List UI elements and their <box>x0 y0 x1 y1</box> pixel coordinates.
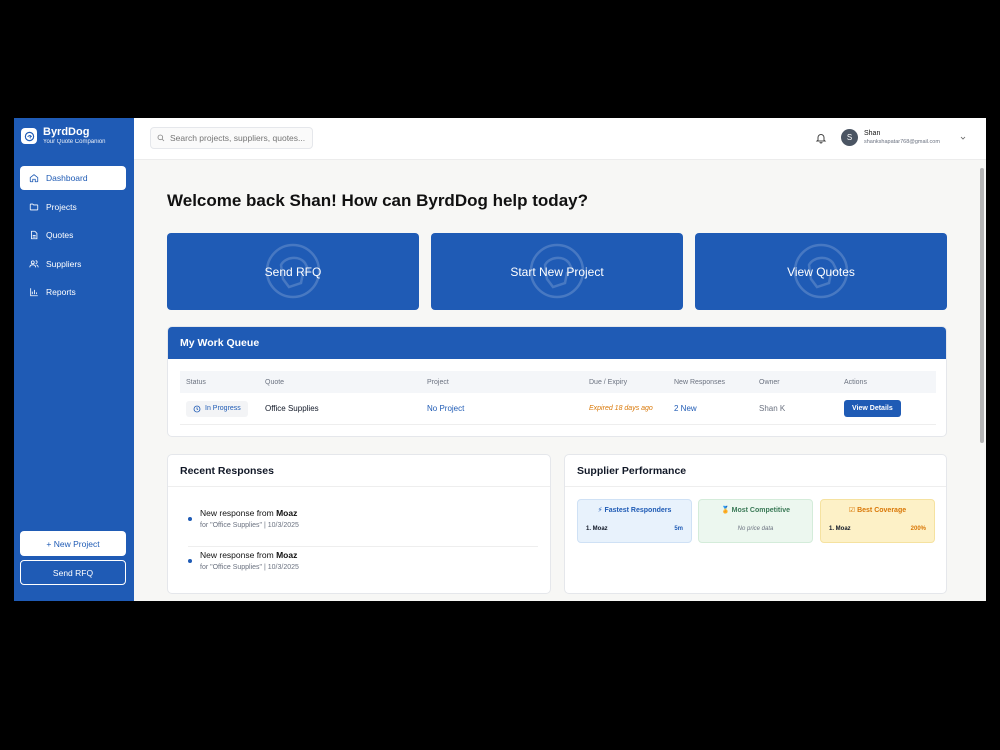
quote-cell: Office Supplies <box>265 404 319 413</box>
unread-dot-icon <box>188 517 192 521</box>
status-cell: In Progress <box>180 400 265 417</box>
recent-responses-title: Recent Responses <box>168 455 550 487</box>
send-rfq-card[interactable]: Send RFQ <box>167 233 419 310</box>
supplier-performance-title: Supplier Performance <box>565 455 946 487</box>
rank-value: 200% <box>910 526 926 532</box>
column-header: Owner <box>759 378 780 386</box>
column-header: Due / Expiry <box>589 378 628 386</box>
start-new-project-card[interactable]: Start New Project <box>431 233 683 310</box>
best-coverage-heading: ☑ Best Coverage <box>821 506 934 514</box>
sidebar-item-label: Dashboard <box>46 173 88 183</box>
rank-item: 1. Moaz <box>586 526 608 532</box>
scrollbar[interactable] <box>980 168 984 443</box>
card-title: Fastest Responders <box>604 507 672 514</box>
topbar: S Shan shankshapatar768@gmail.com <box>134 118 986 160</box>
view-details-button[interactable]: View Details <box>844 400 901 417</box>
column-header: Status <box>186 378 206 386</box>
lightning-icon: ⚡ <box>597 507 603 514</box>
sidebar-send-rfq-button[interactable]: Send RFQ <box>20 560 126 585</box>
clock-icon <box>193 405 201 412</box>
supplier-performance-panel: Supplier Performance ⚡ Fastest Responder… <box>564 454 947 594</box>
column-header: Project <box>427 378 449 386</box>
table-row[interactable]: In Progress Office Supplies No Project E… <box>180 393 936 425</box>
table-header: Status Quote Project Due / Expiry New Re… <box>180 371 936 393</box>
new-responses-link[interactable]: 2 New <box>674 404 759 413</box>
owner-cell: Shan K <box>759 404 786 413</box>
recent-responses-panel: Recent Responses New response from Moaz … <box>167 454 551 594</box>
column-header: Quote <box>265 378 285 386</box>
chevron-down-icon[interactable] <box>959 134 967 142</box>
search-box[interactable] <box>150 127 313 149</box>
rank-value: 5m <box>674 526 683 532</box>
sidebar-item-label: Reports <box>46 287 76 297</box>
response-detail: for "Office Supplies" | 10/3/2025 <box>200 522 299 529</box>
sidebar-item-suppliers[interactable]: Suppliers <box>20 252 126 276</box>
sidebar-nav: Dashboard Projects Quotes Suppliers Repo… <box>20 166 126 309</box>
user-email: shankshapatar768@gmail.com <box>864 139 940 145</box>
byrddog-logo-icon <box>21 128 37 144</box>
column-header: New Responses <box>674 378 725 386</box>
response-title: New response from Moaz <box>200 508 297 518</box>
sidebar-item-label: Quotes <box>46 230 74 240</box>
home-icon <box>29 174 39 183</box>
folder-icon <box>29 203 39 210</box>
actions-cell: View Details <box>844 400 929 417</box>
column-header: Actions <box>844 378 867 386</box>
most-competitive-card[interactable]: 🏅 Most Competitive No price data <box>698 499 813 543</box>
notification-bell-icon[interactable] <box>815 132 827 144</box>
sidebar: ByrdDog Your Quote Companion Dashboard P… <box>14 118 134 601</box>
response-supplier: Moaz <box>276 550 298 560</box>
work-queue-title: My Work Queue <box>168 327 946 359</box>
document-icon <box>31 230 38 240</box>
new-project-button[interactable]: + New Project <box>20 531 126 556</box>
best-coverage-card[interactable]: ☑ Best Coverage 1. Moaz 200% <box>820 499 935 543</box>
medal-icon: 🏅 <box>720 507 730 514</box>
user-name: Shan <box>864 130 881 137</box>
view-quotes-card-label: View Quotes <box>787 264 855 279</box>
fastest-responders-heading: ⚡ Fastest Responders <box>578 506 691 514</box>
fastest-responders-card[interactable]: ⚡ Fastest Responders 1. Moaz 5m <box>577 499 692 543</box>
sidebar-item-quotes[interactable]: Quotes <box>20 223 126 247</box>
brand-name: ByrdDog <box>43 126 90 138</box>
response-title: New response from Moaz <box>200 550 297 560</box>
page-title: Welcome back Shan! How can ByrdDog help … <box>167 191 588 210</box>
list-item[interactable]: New response from Moaz for "Office Suppl… <box>188 505 538 547</box>
response-prefix: New response from <box>200 508 277 518</box>
bar-chart-icon <box>30 288 38 297</box>
avatar: S <box>841 129 858 146</box>
sidebar-item-dashboard[interactable]: Dashboard <box>20 166 126 190</box>
project-link[interactable]: No Project <box>427 404 589 413</box>
work-queue-table: Status Quote Project Due / Expiry New Re… <box>180 371 936 425</box>
card-title: Most Competitive <box>731 507 790 514</box>
due-expiry-cell: Expired 18 days ago <box>589 405 653 412</box>
no-data-note: No price data <box>737 526 774 532</box>
response-supplier: Moaz <box>276 508 298 518</box>
list-item[interactable]: New response from Moaz for "Office Suppl… <box>188 547 538 589</box>
sidebar-item-reports[interactable]: Reports <box>20 280 126 304</box>
users-icon <box>29 259 39 267</box>
send-rfq-card-label: Send RFQ <box>264 264 322 279</box>
app-window: ByrdDog Your Quote Companion Dashboard P… <box>14 118 986 601</box>
brand-tagline: Your Quote Companion <box>43 139 106 145</box>
status-badge: In Progress <box>186 400 248 417</box>
rank-item: 1. Moaz <box>829 526 851 532</box>
brand[interactable]: ByrdDog Your Quote Companion <box>21 126 106 146</box>
checkbox-icon: ☑ <box>848 507 856 514</box>
response-prefix: New response from <box>200 550 277 560</box>
most-competitive-heading: 🏅 Most Competitive <box>699 506 812 514</box>
card-title: Best Coverage <box>857 507 907 514</box>
response-detail: for "Office Supplies" | 10/3/2025 <box>200 564 299 571</box>
start-new-project-card-label: Start New Project <box>510 264 604 279</box>
sidebar-item-label: Suppliers <box>46 258 82 269</box>
unread-dot-icon <box>188 559 192 563</box>
search-icon <box>157 134 165 142</box>
work-queue-panel: My Work Queue Status Quote Project Due /… <box>167 326 947 437</box>
search-input[interactable] <box>170 133 310 143</box>
view-quotes-card[interactable]: View Quotes <box>695 233 947 310</box>
status-text: In Progress <box>205 405 241 412</box>
sidebar-item-projects[interactable]: Projects <box>20 195 126 219</box>
sidebar-item-label: Projects <box>46 201 77 212</box>
user-menu[interactable]: S Shan shankshapatar768@gmail.com <box>841 129 940 146</box>
